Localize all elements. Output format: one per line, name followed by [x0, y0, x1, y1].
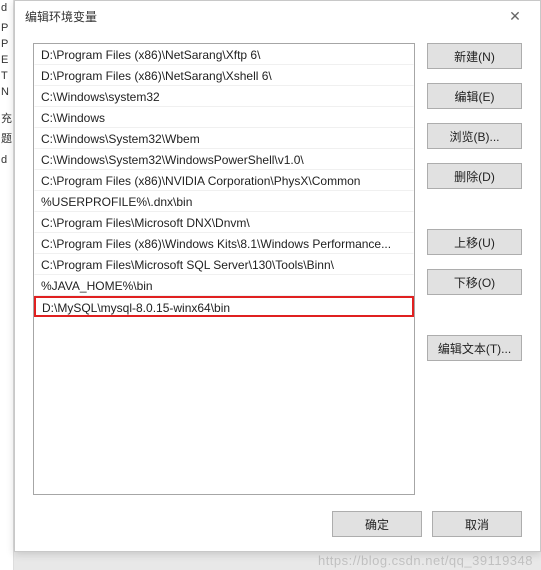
new-button[interactable]: 新建(N)	[427, 43, 522, 69]
dialog-footer: 确定 取消	[332, 511, 522, 537]
ok-button[interactable]: 确定	[332, 511, 422, 537]
list-item[interactable]: C:\Windows\system32	[34, 86, 414, 107]
list-item[interactable]: C:\Windows\System32\Wbem	[34, 128, 414, 149]
list-item[interactable]: C:\Program Files\Microsoft DNX\Dnvm\	[34, 212, 414, 233]
list-item[interactable]: %USERPROFILE%\.dnx\bin	[34, 191, 414, 212]
delete-button[interactable]: 删除(D)	[427, 163, 522, 189]
edit-env-variable-dialog: 编辑环境变量 ✕ D:\Program Files (x86)\NetSaran…	[14, 0, 541, 552]
list-item[interactable]: C:\Windows	[34, 107, 414, 128]
list-item[interactable]: %JAVA_HOME%\bin	[34, 275, 414, 296]
background-window-strip: d P P E T N 充 题 d	[0, 0, 14, 570]
path-listbox[interactable]: D:\Program Files (x86)\NetSarang\Xftp 6\…	[33, 43, 415, 495]
list-item[interactable]: D:\Program Files (x86)\NetSarang\Xftp 6\	[34, 44, 414, 65]
watermark-text: https://blog.csdn.net/qq_39119348	[318, 553, 533, 568]
dialog-title: 编辑环境变量	[25, 8, 500, 25]
list-item-highlighted[interactable]: D:\MySQL\mysql-8.0.15-winx64\bin	[34, 296, 414, 317]
list-item[interactable]: C:\Windows\System32\WindowsPowerShell\v1…	[34, 149, 414, 170]
list-item[interactable]: C:\Program Files (x86)\NVIDIA Corporatio…	[34, 170, 414, 191]
list-item[interactable]: C:\Program Files (x86)\Windows Kits\8.1\…	[34, 233, 414, 254]
moveup-button[interactable]: 上移(U)	[427, 229, 522, 255]
cancel-button[interactable]: 取消	[432, 511, 522, 537]
side-button-column: 新建(N) 编辑(E) 浏览(B)... 删除(D) 上移(U) 下移(O) 编…	[427, 43, 522, 495]
list-item[interactable]: D:\Program Files (x86)\NetSarang\Xshell …	[34, 65, 414, 86]
close-icon: ✕	[509, 8, 521, 25]
movedown-button[interactable]: 下移(O)	[427, 269, 522, 295]
edittext-button[interactable]: 编辑文本(T)...	[427, 335, 522, 361]
edit-button[interactable]: 编辑(E)	[427, 83, 522, 109]
dialog-content: D:\Program Files (x86)\NetSarang\Xftp 6\…	[33, 43, 522, 495]
close-button[interactable]: ✕	[500, 1, 530, 31]
browse-button[interactable]: 浏览(B)...	[427, 123, 522, 149]
titlebar: 编辑环境变量 ✕	[15, 1, 540, 31]
list-item[interactable]: C:\Program Files\Microsoft SQL Server\13…	[34, 254, 414, 275]
